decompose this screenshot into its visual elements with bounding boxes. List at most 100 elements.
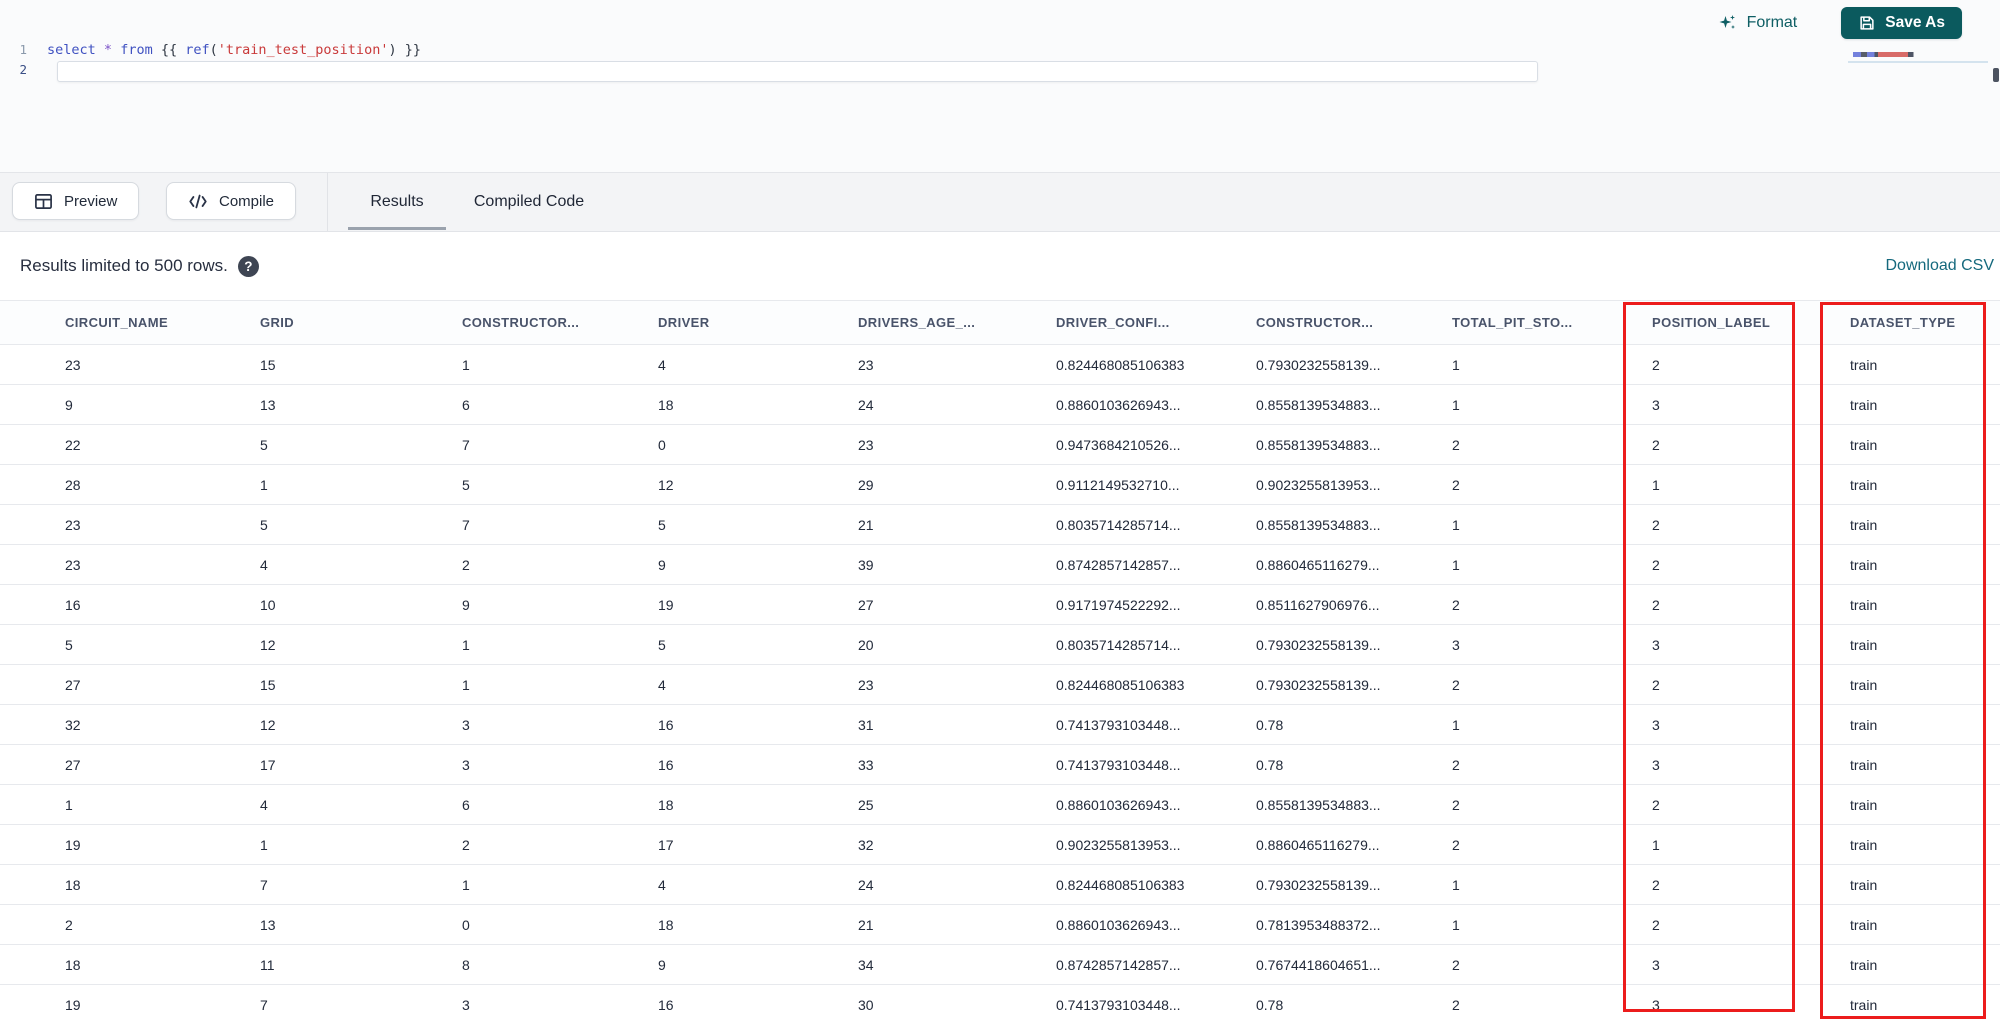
- table-cell: 2: [1636, 584, 1834, 625]
- save-as-button[interactable]: Save As: [1841, 7, 1962, 39]
- help-icon[interactable]: ?: [237, 255, 259, 277]
- table-cell: train: [1834, 864, 2000, 905]
- table-grid-icon: [34, 192, 53, 211]
- table-cell: train: [1834, 384, 2000, 425]
- column-header: DATASET_TYPE: [1834, 300, 2000, 345]
- table-cell: 5: [244, 424, 446, 465]
- table-cell: 0.8558139534883...: [1240, 384, 1436, 425]
- table-cell: 2: [1436, 744, 1636, 785]
- table-cell: 0.9023255813953...: [1040, 824, 1240, 865]
- results-limit-text: Results limited to 500 rows.: [20, 256, 228, 275]
- column-header: GRID: [244, 300, 446, 345]
- table-cell: 18: [642, 904, 842, 945]
- table-cell: 0.78: [1240, 744, 1436, 785]
- table-cell: 1: [244, 464, 446, 505]
- table-row: 2 13 0 18 21 0.8860103626943... 0.781395348837…: [0, 904, 2000, 945]
- table-row: 16 10 9 19 27 0.9171974522292... 0.85116279069…: [0, 584, 2000, 625]
- table-cell: 0.824468085106383: [1040, 864, 1240, 905]
- table-cell: 3: [446, 984, 642, 1025]
- table-cell: 2: [1636, 664, 1834, 705]
- table-cell: 23: [842, 344, 1040, 385]
- table-cell: 13: [244, 904, 446, 945]
- table-cell: 21: [842, 904, 1040, 945]
- editor-scrollbar-thumb[interactable]: [1993, 68, 1999, 82]
- table-cell: 1: [446, 344, 642, 385]
- table-cell: 4: [642, 664, 842, 705]
- code-line-1[interactable]: 1 select * from {{ ref('train_test_positi…: [0, 40, 1800, 60]
- table-cell: train: [1834, 424, 2000, 465]
- preview-button[interactable]: Preview: [12, 182, 140, 220]
- tab-results-label: Results: [370, 193, 424, 210]
- table-cell: 1: [1436, 344, 1636, 385]
- table-cell: 0.8511627906976...: [1240, 584, 1436, 625]
- table-cell: 0.8558139534883...: [1240, 424, 1436, 465]
- table-cell: 0.8860465116279...: [1240, 544, 1436, 585]
- format-button[interactable]: Format: [1718, 13, 1798, 33]
- column-header: POSITION_LABEL: [1636, 300, 1834, 345]
- format-button-label: Format: [1746, 14, 1798, 31]
- column-header: DRIVERS_AGE_...: [842, 300, 1040, 345]
- table-cell: 5: [642, 504, 842, 545]
- table-cell: 28: [0, 464, 244, 505]
- column-header: TOTAL_PIT_STO...: [1436, 300, 1636, 345]
- table-cell: 0.7930232558139...: [1240, 664, 1436, 705]
- save-icon: [1858, 14, 1876, 32]
- table-cell: 2: [1636, 504, 1834, 545]
- table-cell: 4: [244, 784, 446, 825]
- table-cell: 2: [1436, 824, 1636, 865]
- results-info-bar: Results limited to 500 rows. ? Download …: [0, 232, 2000, 300]
- table-cell: 1: [0, 784, 244, 825]
- table-cell: 2: [1436, 664, 1636, 705]
- table-cell: train: [1834, 984, 2000, 1025]
- table-cell: train: [1834, 504, 2000, 545]
- table-row: 19 1 2 17 32 0.9023255813953... 0.886046511627…: [0, 824, 2000, 865]
- table-cell: 22: [0, 424, 244, 465]
- code-line-2[interactable]: 2: [0, 60, 1800, 80]
- table-cell: 2: [1636, 784, 1834, 825]
- sql-editor-pane[interactable]: Format Save As 1 select * from {{ ref('tr…: [0, 0, 2000, 172]
- table-row: 5 12 1 5 20 0.8035714285714... 0.7930232558139…: [0, 624, 2000, 665]
- download-csv-link[interactable]: Download CSV: [1886, 232, 1995, 300]
- table-cell: 3: [446, 744, 642, 785]
- table-cell: 0.9023255813953...: [1240, 464, 1436, 505]
- code-line-text: select * from {{ ref('train_test_positio…: [47, 42, 421, 58]
- table-row: 27 15 1 4 23 0.824468085106383 0.7930232558139…: [0, 664, 2000, 705]
- table-cell: train: [1834, 824, 2000, 865]
- table-cell: 16: [0, 584, 244, 625]
- table-cell: 7: [244, 864, 446, 905]
- table-cell: 25: [842, 784, 1040, 825]
- table-cell: 34: [842, 944, 1040, 985]
- table-cell: 27: [0, 664, 244, 705]
- results-table: CIRCUIT_NAME GRID CONSTRUCTOR... DRIVER DRIV…: [0, 300, 2000, 1025]
- table-row: 23 15 1 4 23 0.824468085106383 0.7930232558139…: [0, 344, 2000, 385]
- table-cell: 2: [1436, 784, 1636, 825]
- table-cell: 12: [244, 704, 446, 745]
- table-cell: train: [1834, 344, 2000, 385]
- code-editor[interactable]: 1 select * from {{ ref('train_test_positi…: [0, 40, 1800, 80]
- compile-button[interactable]: Compile: [166, 182, 297, 220]
- table-cell: 0.7930232558139...: [1240, 864, 1436, 905]
- table-cell: 15: [244, 664, 446, 705]
- tab-compiled-code[interactable]: Compiled Code: [458, 173, 600, 231]
- table-cell: 31: [842, 704, 1040, 745]
- table-cell: 23: [0, 504, 244, 545]
- table-cell: 0.7930232558139...: [1240, 344, 1436, 385]
- table-cell: 17: [244, 744, 446, 785]
- table-cell: 2: [1636, 544, 1834, 585]
- table-cell: 17: [642, 824, 842, 865]
- table-cell: 2: [446, 544, 642, 585]
- editor-minimap[interactable]: [1853, 52, 1927, 57]
- table-cell: 1: [244, 824, 446, 865]
- table-cell: 1: [1436, 384, 1636, 425]
- table-row: 18 7 1 4 24 0.824468085106383 0.7930232558139.…: [0, 864, 2000, 905]
- tab-results[interactable]: Results: [348, 173, 446, 231]
- table-cell: 18: [642, 784, 842, 825]
- table-cell: 27: [842, 584, 1040, 625]
- table-cell: train: [1834, 784, 2000, 825]
- column-header: DRIVER: [642, 300, 842, 345]
- tab-compiled-code-label: Compiled Code: [473, 193, 585, 210]
- table-cell: 3: [446, 704, 642, 745]
- table-cell: 0.9473684210526...: [1040, 424, 1240, 465]
- table-cell: 2: [1436, 424, 1636, 465]
- table-cell: 0.9171974522292...: [1040, 584, 1240, 625]
